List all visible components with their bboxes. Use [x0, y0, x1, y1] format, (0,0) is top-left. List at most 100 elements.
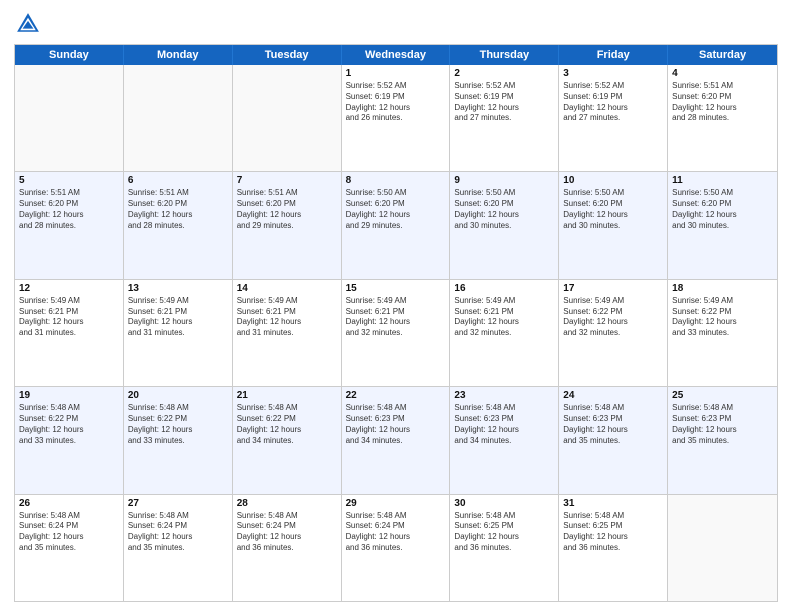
- day-info: Sunrise: 5:48 AM Sunset: 6:24 PM Dayligh…: [346, 511, 446, 554]
- calendar-cell: [124, 65, 233, 171]
- day-number: 31: [563, 498, 663, 509]
- day-number: 29: [346, 498, 446, 509]
- calendar-row: 5 Sunrise: 5:51 AM Sunset: 6:20 PM Daylig…: [15, 171, 777, 278]
- day-info: Sunrise: 5:50 AM Sunset: 6:20 PM Dayligh…: [563, 188, 663, 231]
- header: [14, 10, 778, 38]
- day-number: 23: [454, 390, 554, 401]
- day-info: Sunrise: 5:48 AM Sunset: 6:24 PM Dayligh…: [237, 511, 337, 554]
- day-number: 4: [672, 68, 773, 79]
- calendar-cell: 30 Sunrise: 5:48 AM Sunset: 6:25 PM Dayli…: [450, 495, 559, 601]
- day-of-week-monday: Monday: [124, 45, 233, 65]
- day-info: Sunrise: 5:49 AM Sunset: 6:21 PM Dayligh…: [19, 296, 119, 339]
- calendar-cell: 14 Sunrise: 5:49 AM Sunset: 6:21 PM Dayli…: [233, 280, 342, 386]
- day-number: 30: [454, 498, 554, 509]
- calendar-cell: 7Sunrise: 5:51 AM Sunset: 6:20 PM Daylig…: [233, 172, 342, 278]
- day-info: Sunrise: 5:51 AM Sunset: 6:20 PM Dayligh…: [19, 188, 119, 231]
- calendar-cell: [233, 65, 342, 171]
- page: SundayMondayTuesdayWednesdayThursdayFrid…: [0, 0, 792, 612]
- calendar-cell: 2 Sunrise: 5:52 AM Sunset: 6:19 PM Daylig…: [450, 65, 559, 171]
- calendar-cell: 16Sunrise: 5:49 AM Sunset: 6:21 PM Dayli…: [450, 280, 559, 386]
- day-number: 1: [346, 68, 446, 79]
- calendar-cell: 27Sunrise: 5:48 AM Sunset: 6:24 PM Dayli…: [124, 495, 233, 601]
- day-info: Sunrise: 5:49 AM Sunset: 6:21 PM Dayligh…: [237, 296, 337, 339]
- calendar-body: 1 Sunrise: 5:52 AM Sunset: 6:19 PM Daylig…: [15, 65, 777, 601]
- calendar-cell: 21 Sunrise: 5:48 AM Sunset: 6:22 PM Dayli…: [233, 387, 342, 493]
- day-info: Sunrise: 5:51 AM Sunset: 6:20 PM Dayligh…: [128, 188, 228, 231]
- calendar-cell: 13 Sunrise: 5:49 AM Sunset: 6:21 PM Dayli…: [124, 280, 233, 386]
- day-info: Sunrise: 5:48 AM Sunset: 6:23 PM Dayligh…: [563, 403, 663, 446]
- calendar-header: SundayMondayTuesdayWednesdayThursdayFrid…: [15, 45, 777, 65]
- calendar-row: 26 Sunrise: 5:48 AM Sunset: 6:24 PM Dayli…: [15, 494, 777, 601]
- day-number: 7: [237, 175, 337, 186]
- calendar-cell: 3Sunrise: 5:52 AM Sunset: 6:19 PM Daylig…: [559, 65, 668, 171]
- day-number: 21: [237, 390, 337, 401]
- day-number: 19: [19, 390, 119, 401]
- calendar-row: 12 Sunrise: 5:49 AM Sunset: 6:21 PM Dayli…: [15, 279, 777, 386]
- day-number: 24: [563, 390, 663, 401]
- day-number: 3: [563, 68, 663, 79]
- day-number: 13: [128, 283, 228, 294]
- day-of-week-saturday: Saturday: [668, 45, 777, 65]
- day-info: Sunrise: 5:49 AM Sunset: 6:21 PM Dayligh…: [454, 296, 554, 339]
- calendar-cell: 9Sunrise: 5:50 AM Sunset: 6:20 PM Daylig…: [450, 172, 559, 278]
- day-number: 14: [237, 283, 337, 294]
- day-number: 26: [19, 498, 119, 509]
- calendar-cell: 20 Sunrise: 5:48 AM Sunset: 6:22 PM Dayli…: [124, 387, 233, 493]
- calendar-cell: 24 Sunrise: 5:48 AM Sunset: 6:23 PM Dayli…: [559, 387, 668, 493]
- day-info: Sunrise: 5:51 AM Sunset: 6:20 PM Dayligh…: [672, 81, 773, 124]
- day-info: Sunrise: 5:49 AM Sunset: 6:21 PM Dayligh…: [128, 296, 228, 339]
- logo: [14, 10, 46, 38]
- day-info: Sunrise: 5:50 AM Sunset: 6:20 PM Dayligh…: [346, 188, 446, 231]
- calendar-cell: 5 Sunrise: 5:51 AM Sunset: 6:20 PM Daylig…: [15, 172, 124, 278]
- day-number: 5: [19, 175, 119, 186]
- day-number: 9: [454, 175, 554, 186]
- day-number: 15: [346, 283, 446, 294]
- day-number: 20: [128, 390, 228, 401]
- day-number: 28: [237, 498, 337, 509]
- calendar-cell: [668, 495, 777, 601]
- calendar-cell: 12 Sunrise: 5:49 AM Sunset: 6:21 PM Dayli…: [15, 280, 124, 386]
- day-number: 22: [346, 390, 446, 401]
- calendar-row: 19 Sunrise: 5:48 AM Sunset: 6:22 PM Dayli…: [15, 386, 777, 493]
- calendar-cell: 23 Sunrise: 5:48 AM Sunset: 6:23 PM Dayli…: [450, 387, 559, 493]
- calendar-cell: 8Sunrise: 5:50 AM Sunset: 6:20 PM Daylig…: [342, 172, 451, 278]
- calendar-cell: 6 Sunrise: 5:51 AM Sunset: 6:20 PM Daylig…: [124, 172, 233, 278]
- day-info: Sunrise: 5:52 AM Sunset: 6:19 PM Dayligh…: [454, 81, 554, 124]
- day-of-week-thursday: Thursday: [450, 45, 559, 65]
- day-number: 10: [563, 175, 663, 186]
- day-info: Sunrise: 5:48 AM Sunset: 6:23 PM Dayligh…: [346, 403, 446, 446]
- day-info: Sunrise: 5:48 AM Sunset: 6:22 PM Dayligh…: [19, 403, 119, 446]
- day-info: Sunrise: 5:48 AM Sunset: 6:25 PM Dayligh…: [454, 511, 554, 554]
- day-info: Sunrise: 5:50 AM Sunset: 6:20 PM Dayligh…: [672, 188, 773, 231]
- calendar-cell: 29 Sunrise: 5:48 AM Sunset: 6:24 PM Dayli…: [342, 495, 451, 601]
- day-number: 6: [128, 175, 228, 186]
- calendar-cell: 25 Sunrise: 5:48 AM Sunset: 6:23 PM Dayli…: [668, 387, 777, 493]
- day-info: Sunrise: 5:49 AM Sunset: 6:22 PM Dayligh…: [563, 296, 663, 339]
- day-number: 2: [454, 68, 554, 79]
- calendar-cell: 19 Sunrise: 5:48 AM Sunset: 6:22 PM Dayli…: [15, 387, 124, 493]
- calendar-cell: 17Sunrise: 5:49 AM Sunset: 6:22 PM Dayli…: [559, 280, 668, 386]
- calendar: SundayMondayTuesdayWednesdayThursdayFrid…: [14, 44, 778, 602]
- day-info: Sunrise: 5:48 AM Sunset: 6:22 PM Dayligh…: [237, 403, 337, 446]
- day-number: 12: [19, 283, 119, 294]
- day-of-week-wednesday: Wednesday: [342, 45, 451, 65]
- calendar-cell: 1 Sunrise: 5:52 AM Sunset: 6:19 PM Daylig…: [342, 65, 451, 171]
- calendar-cell: 11Sunrise: 5:50 AM Sunset: 6:20 PM Dayli…: [668, 172, 777, 278]
- calendar-cell: 10 Sunrise: 5:50 AM Sunset: 6:20 PM Dayli…: [559, 172, 668, 278]
- logo-icon: [14, 10, 42, 38]
- day-info: Sunrise: 5:48 AM Sunset: 6:23 PM Dayligh…: [672, 403, 773, 446]
- calendar-cell: 18 Sunrise: 5:49 AM Sunset: 6:22 PM Dayli…: [668, 280, 777, 386]
- calendar-cell: 4 Sunrise: 5:51 AM Sunset: 6:20 PM Daylig…: [668, 65, 777, 171]
- day-number: 25: [672, 390, 773, 401]
- day-of-week-sunday: Sunday: [15, 45, 124, 65]
- calendar-cell: [15, 65, 124, 171]
- calendar-cell: 31Sunrise: 5:48 AM Sunset: 6:25 PM Dayli…: [559, 495, 668, 601]
- calendar-cell: 26 Sunrise: 5:48 AM Sunset: 6:24 PM Dayli…: [15, 495, 124, 601]
- day-info: Sunrise: 5:48 AM Sunset: 6:24 PM Dayligh…: [19, 511, 119, 554]
- calendar-cell: 22 Sunrise: 5:48 AM Sunset: 6:23 PM Dayli…: [342, 387, 451, 493]
- day-info: Sunrise: 5:52 AM Sunset: 6:19 PM Dayligh…: [346, 81, 446, 124]
- day-info: Sunrise: 5:48 AM Sunset: 6:22 PM Dayligh…: [128, 403, 228, 446]
- day-info: Sunrise: 5:49 AM Sunset: 6:22 PM Dayligh…: [672, 296, 773, 339]
- day-number: 18: [672, 283, 773, 294]
- day-info: Sunrise: 5:48 AM Sunset: 6:23 PM Dayligh…: [454, 403, 554, 446]
